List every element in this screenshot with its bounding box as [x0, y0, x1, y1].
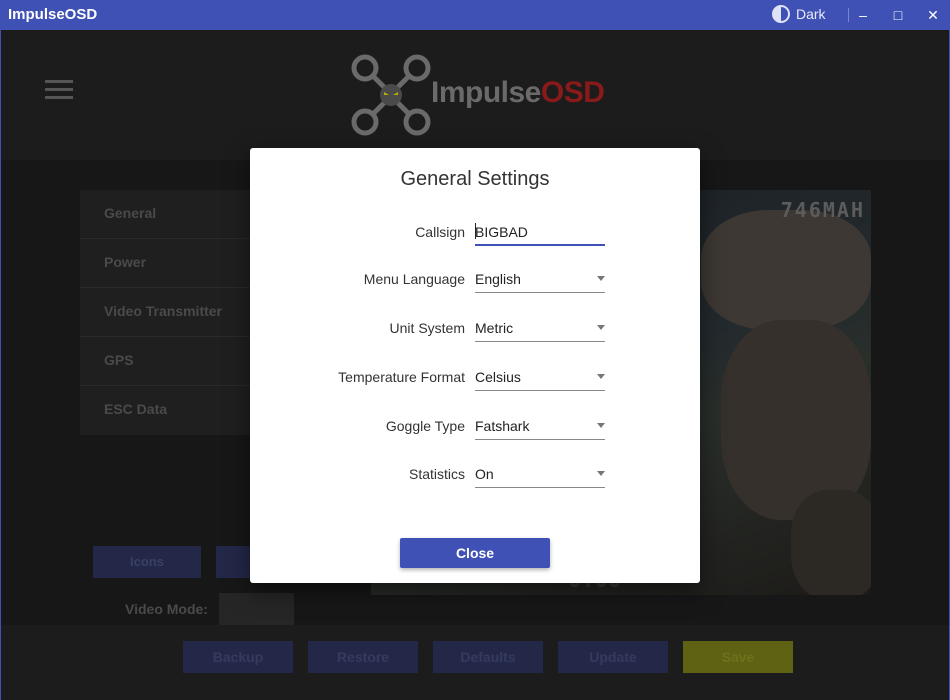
close-button[interactable]: Close	[400, 538, 550, 568]
update-button[interactable]: Update	[558, 641, 668, 673]
restore-button[interactable]: Restore	[308, 641, 418, 673]
drone-icon	[351, 54, 431, 136]
goggle-type-value: Fatshark	[475, 418, 530, 434]
impulseosd-logo: ImpulseOSD	[351, 54, 611, 136]
callsign-input[interactable]: BIGBAD	[475, 216, 605, 246]
sidebar-item-video-transmitter[interactable]: Video Transmitter	[80, 288, 256, 337]
unit-system-select[interactable]: Metric	[475, 312, 605, 342]
minimize-button[interactable]: –	[848, 0, 878, 30]
sidebar-item-general[interactable]: General	[80, 190, 256, 239]
unit-system-value: Metric	[475, 320, 514, 336]
sidebar-item-power[interactable]: Power	[80, 239, 256, 288]
save-button[interactable]: Save	[683, 641, 793, 673]
dialog-title: General Settings	[400, 168, 550, 190]
general-settings-dialog: General Settings Callsign BIGBAD Menu La…	[250, 148, 700, 583]
unit-system-row: Unit System Metric	[250, 312, 700, 342]
goggle-type-select[interactable]: Fatshark	[475, 410, 605, 440]
statistics-select[interactable]: On	[475, 458, 605, 488]
temperature-format-label: Temperature Format	[338, 369, 465, 385]
app-header: ImpulseOSD	[1, 30, 949, 160]
statistics-value: On	[475, 466, 494, 482]
logo-text-impulse: Impulse	[431, 76, 541, 109]
menu-language-row: Menu Language English	[250, 263, 700, 293]
dropdown-arrow-icon	[597, 374, 605, 379]
sidebar-item-esc-data[interactable]: ESC Data	[80, 386, 256, 435]
goggle-type-label: Goggle Type	[385, 418, 465, 434]
temperature-format-row: Temperature Format Celsius	[250, 361, 700, 391]
menu-language-value: English	[475, 271, 521, 287]
menu-language-label: Menu Language	[363, 271, 465, 287]
menu-language-select[interactable]: English	[475, 263, 605, 293]
temperature-format-value: Celsius	[475, 369, 521, 385]
maximize-button[interactable]: □	[883, 0, 913, 30]
close-window-button[interactable]: ✕	[918, 0, 948, 30]
video-mode-select[interactable]	[219, 593, 294, 625]
callsign-row: Callsign BIGBAD	[250, 216, 700, 246]
temperature-format-select[interactable]: Celsius	[475, 361, 605, 391]
logo-text-osd: OSD	[540, 76, 605, 109]
sidebar-item-gps[interactable]: GPS	[80, 337, 256, 386]
dropdown-arrow-icon	[597, 276, 605, 281]
theme-label: Dark	[796, 6, 826, 22]
window-titlebar: ImpulseOSD Dark – □ ✕	[0, 0, 950, 30]
backup-button[interactable]: Backup	[183, 641, 293, 673]
app-title: ImpulseOSD	[8, 6, 98, 23]
dropdown-arrow-icon	[597, 471, 605, 476]
statistics-row: Statistics On	[250, 458, 700, 488]
dropdown-arrow-icon	[597, 423, 605, 428]
unit-system-label: Unit System	[389, 320, 465, 336]
video-mode-label: Video Mode:	[125, 601, 208, 617]
theme-toggle[interactable]: Dark	[772, 5, 826, 23]
defaults-button[interactable]: Defaults	[433, 641, 543, 673]
menu-icon[interactable]	[45, 80, 73, 100]
settings-sidebar: General Power Video Transmitter GPS ESC …	[80, 190, 256, 435]
goggle-type-row: Goggle Type Fatshark	[250, 410, 700, 440]
footer-toolbar: Backup Restore Defaults Update Save	[1, 625, 949, 700]
brightness-icon	[772, 5, 790, 23]
icons-button[interactable]: Icons	[93, 546, 201, 578]
statistics-label: Statistics	[408, 466, 465, 482]
osd-battery-mah: 746MAH	[780, 198, 865, 222]
dropdown-arrow-icon	[597, 325, 605, 330]
callsign-label: Callsign	[415, 224, 465, 240]
